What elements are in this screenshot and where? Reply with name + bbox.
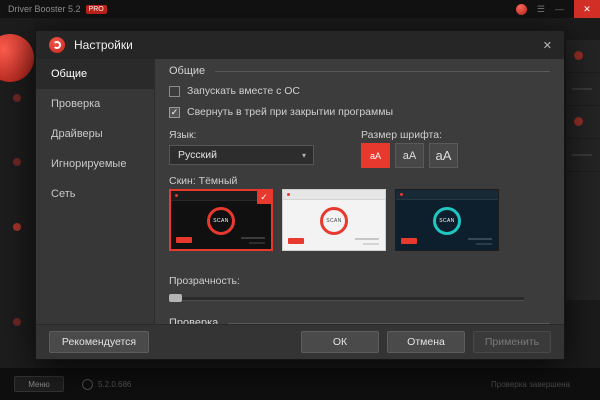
recommended-button[interactable]: Рекомендуется	[49, 331, 149, 353]
fontsize-medium-button[interactable]: аА	[395, 143, 424, 168]
pro-badge: PRO	[85, 4, 107, 14]
mini-titlebar	[171, 191, 271, 201]
mini-scan-ring: SCAN	[207, 207, 235, 236]
mini-text-line	[249, 242, 265, 244]
mini-titlebar	[396, 190, 498, 200]
mini-scan-label: SCAN	[213, 218, 229, 225]
settings-sidebar: Общие Проверка Драйверы Игнорируемые Сет…	[36, 59, 155, 325]
background-icon-dot	[13, 158, 21, 166]
mini-text-line	[241, 237, 265, 239]
mini-logo-icon	[287, 193, 290, 196]
mini-scan-ring: SCAN	[433, 207, 461, 236]
dialog-footer: Рекомендуется ОК Отмена Применить	[36, 324, 564, 359]
fontsize-options: аА аА аА	[361, 143, 458, 168]
version-text: 5.2.0.686	[98, 379, 132, 389]
selected-check-icon: ✓	[257, 191, 271, 204]
background-list-row	[566, 106, 600, 139]
background-left-panel	[0, 18, 35, 368]
section-divider	[215, 70, 550, 72]
mini-logo-icon	[400, 193, 403, 196]
checkbox-box[interactable]: ✓	[169, 106, 180, 118]
slider-track[interactable]	[169, 297, 524, 301]
app-title: Driver Booster 5.2	[8, 4, 81, 14]
hamburger-menu-icon[interactable]: ☰	[537, 0, 545, 18]
sidebar-item-scan[interactable]: Проверка	[36, 89, 154, 119]
mini-button	[176, 237, 192, 243]
mini-titlebar	[283, 190, 385, 200]
app-titlebar: Driver Booster 5.2 PRO ☰ — ✕	[0, 0, 600, 18]
version-info: 5.2.0.686	[82, 378, 132, 390]
scan-status-text: Проверка завершена	[491, 379, 570, 389]
skin-label: Скин: Тёмный	[169, 175, 238, 187]
skin-thumb-light[interactable]: SCAN	[282, 189, 386, 251]
driver-booster-logo-icon	[49, 37, 65, 53]
skin-thumb-blue[interactable]: SCAN	[395, 189, 499, 251]
slider-handle[interactable]	[169, 294, 182, 302]
language-value: Русский	[178, 149, 217, 161]
ok-button[interactable]: ОК	[301, 331, 379, 353]
titlebar-icons: ☰ — ✕	[515, 0, 600, 18]
cancel-button[interactable]: Отмена	[387, 331, 465, 353]
menu-button[interactable]: Меню	[14, 376, 64, 392]
background-list-row	[566, 40, 600, 73]
fontsize-small-button[interactable]: аА	[361, 143, 390, 168]
mini-button	[288, 238, 304, 244]
background-list-row	[566, 139, 600, 172]
checkbox-label: Свернуть в трей при закрытии программы	[187, 106, 393, 118]
app-statusbar: Меню 5.2.0.686 Проверка завершена	[0, 368, 600, 400]
dialog-close-icon[interactable]: ✕	[543, 39, 552, 52]
language-dropdown[interactable]: Русский ▾	[169, 145, 314, 165]
mini-scan-ring: SCAN	[320, 207, 348, 236]
language-label: Язык:	[169, 129, 197, 141]
checkbox-label: Запускать вместе с ОС	[187, 85, 301, 97]
fontsize-large-button[interactable]: аА	[429, 143, 458, 168]
fontsize-label: Размер шрифта:	[361, 129, 442, 141]
background-right-panel	[566, 40, 600, 300]
update-icon	[82, 378, 93, 390]
checkbox-minimize-to-tray[interactable]: ✓ Свернуть в трей при закрытии программы	[169, 106, 393, 118]
chevron-down-icon: ▾	[301, 150, 306, 160]
dialog-titlebar: Настройки ✕	[36, 31, 564, 59]
mini-logo-icon	[175, 194, 178, 197]
transparency-slider[interactable]	[169, 293, 524, 303]
section-title: Общие	[169, 65, 206, 77]
transparency-label: Прозрачность:	[169, 275, 240, 287]
settings-content: Общие Запускать вместе с ОС ✓ Свернуть в…	[155, 59, 564, 329]
background-icon-dot	[13, 223, 21, 231]
list-line	[572, 154, 592, 156]
scan-button-fragment	[0, 34, 34, 82]
list-line	[572, 88, 592, 90]
driver-icon	[574, 51, 583, 60]
mini-scan-label: SCAN	[326, 218, 342, 225]
mini-text-line	[468, 238, 492, 240]
gift-icon[interactable]	[515, 3, 527, 15]
dialog-title: Настройки	[74, 38, 133, 52]
mini-text-line	[476, 243, 492, 245]
settings-dialog: Настройки ✕ Общие Проверка Драйверы Игно…	[35, 30, 565, 360]
skin-thumb-dark[interactable]: ✓ SCAN	[169, 189, 273, 251]
skin-thumbnails: ✓ SCAN SCAN SCAN	[169, 189, 499, 251]
mini-text-line	[355, 238, 379, 240]
checkbox-box[interactable]	[169, 85, 180, 97]
section-header-general: Общие	[169, 65, 550, 77]
sidebar-item-general[interactable]: Общие	[36, 59, 154, 89]
sidebar-item-drivers[interactable]: Драйверы	[36, 119, 154, 149]
sidebar-item-network[interactable]: Сеть	[36, 179, 154, 209]
minimize-icon[interactable]: —	[555, 0, 564, 18]
background-icon-dot	[13, 318, 21, 326]
mini-button	[401, 238, 417, 244]
checkbox-autostart[interactable]: Запускать вместе с ОС	[169, 85, 300, 97]
background-icon-dot	[13, 94, 21, 102]
sidebar-item-ignored[interactable]: Игнорируемые	[36, 149, 154, 179]
background-list-row	[566, 73, 600, 106]
driver-icon	[574, 117, 583, 126]
apply-button: Применить	[473, 331, 551, 353]
app-close-button[interactable]: ✕	[574, 0, 600, 18]
mini-scan-label: SCAN	[439, 218, 455, 225]
app-window: Driver Booster 5.2 PRO ☰ — ✕ Меню 5.2.0.…	[0, 0, 600, 400]
mini-text-line	[363, 243, 379, 245]
